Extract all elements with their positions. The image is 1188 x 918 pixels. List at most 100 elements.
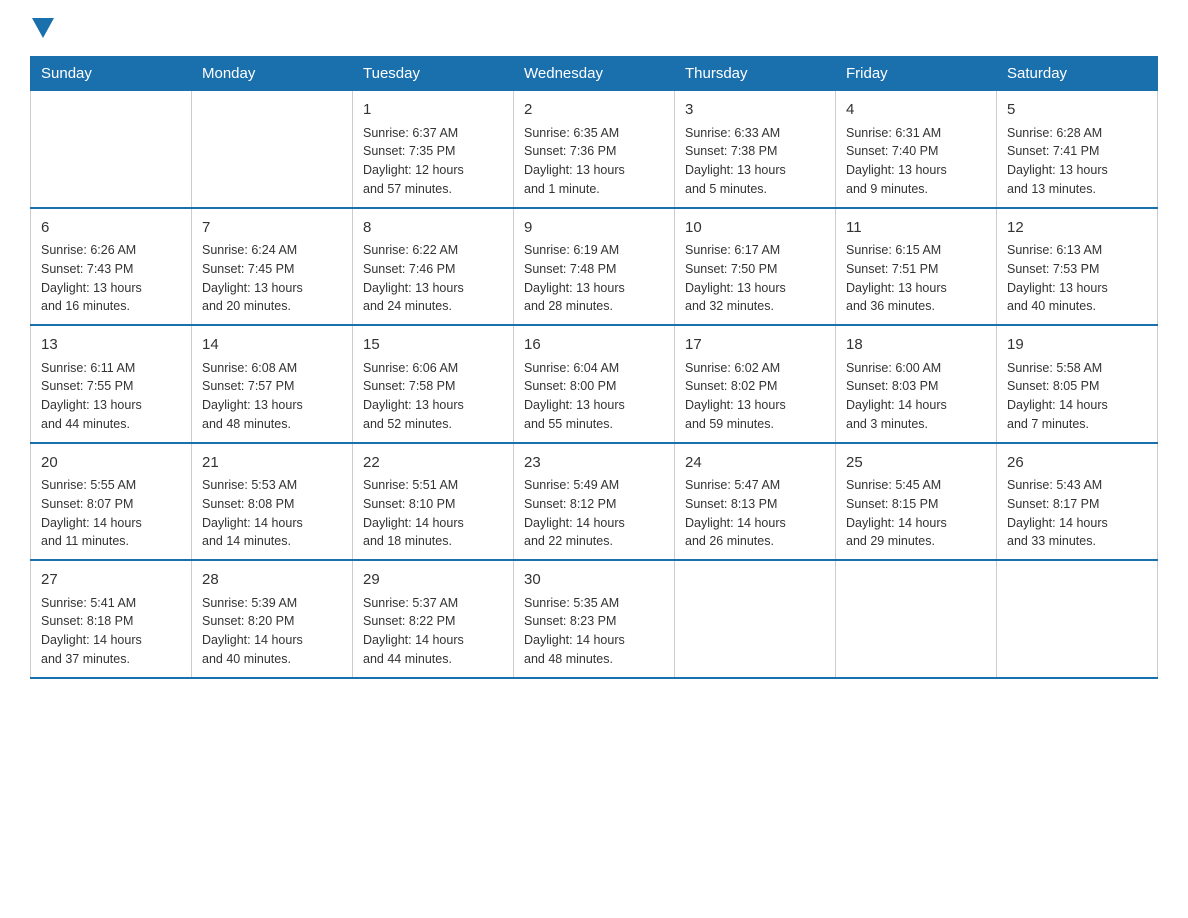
calendar-body: 1Sunrise: 6:37 AM Sunset: 7:35 PM Daylig… <box>31 91 1158 678</box>
day-number: 10 <box>685 217 825 240</box>
day-number: 11 <box>846 217 986 240</box>
calendar-cell: 24Sunrise: 5:47 AM Sunset: 8:13 PM Dayli… <box>675 443 836 561</box>
page-header <box>30 20 1158 36</box>
day-number: 22 <box>363 452 503 475</box>
day-info: Sunrise: 6:17 AM Sunset: 7:50 PM Dayligh… <box>685 241 825 316</box>
day-info: Sunrise: 5:55 AM Sunset: 8:07 PM Dayligh… <box>41 476 181 551</box>
day-number: 4 <box>846 99 986 122</box>
day-info: Sunrise: 5:41 AM Sunset: 8:18 PM Dayligh… <box>41 594 181 669</box>
day-info: Sunrise: 5:51 AM Sunset: 8:10 PM Dayligh… <box>363 476 503 551</box>
day-number: 2 <box>524 99 664 122</box>
calendar-cell: 1Sunrise: 6:37 AM Sunset: 7:35 PM Daylig… <box>353 91 514 208</box>
calendar-cell: 17Sunrise: 6:02 AM Sunset: 8:02 PM Dayli… <box>675 325 836 443</box>
day-info: Sunrise: 6:24 AM Sunset: 7:45 PM Dayligh… <box>202 241 342 316</box>
day-info: Sunrise: 5:45 AM Sunset: 8:15 PM Dayligh… <box>846 476 986 551</box>
calendar-cell: 3Sunrise: 6:33 AM Sunset: 7:38 PM Daylig… <box>675 91 836 208</box>
day-info: Sunrise: 6:35 AM Sunset: 7:36 PM Dayligh… <box>524 124 664 199</box>
day-number: 8 <box>363 217 503 240</box>
calendar-cell: 20Sunrise: 5:55 AM Sunset: 8:07 PM Dayli… <box>31 443 192 561</box>
calendar-cell: 6Sunrise: 6:26 AM Sunset: 7:43 PM Daylig… <box>31 208 192 326</box>
calendar-cell: 16Sunrise: 6:04 AM Sunset: 8:00 PM Dayli… <box>514 325 675 443</box>
day-info: Sunrise: 6:33 AM Sunset: 7:38 PM Dayligh… <box>685 124 825 199</box>
day-number: 3 <box>685 99 825 122</box>
calendar-cell <box>31 91 192 208</box>
calendar-cell: 27Sunrise: 5:41 AM Sunset: 8:18 PM Dayli… <box>31 560 192 678</box>
day-number: 18 <box>846 334 986 357</box>
day-info: Sunrise: 5:58 AM Sunset: 8:05 PM Dayligh… <box>1007 359 1147 434</box>
day-number: 15 <box>363 334 503 357</box>
day-info: Sunrise: 5:39 AM Sunset: 8:20 PM Dayligh… <box>202 594 342 669</box>
calendar-cell: 18Sunrise: 6:00 AM Sunset: 8:03 PM Dayli… <box>836 325 997 443</box>
day-number: 23 <box>524 452 664 475</box>
day-info: Sunrise: 5:47 AM Sunset: 8:13 PM Dayligh… <box>685 476 825 551</box>
weekday-header-sunday: Sunday <box>31 57 192 91</box>
day-info: Sunrise: 5:43 AM Sunset: 8:17 PM Dayligh… <box>1007 476 1147 551</box>
day-number: 20 <box>41 452 181 475</box>
calendar-cell <box>675 560 836 678</box>
calendar-cell: 15Sunrise: 6:06 AM Sunset: 7:58 PM Dayli… <box>353 325 514 443</box>
weekday-header-thursday: Thursday <box>675 57 836 91</box>
weekday-header-monday: Monday <box>192 57 353 91</box>
day-number: 12 <box>1007 217 1147 240</box>
day-info: Sunrise: 5:35 AM Sunset: 8:23 PM Dayligh… <box>524 594 664 669</box>
calendar-cell: 12Sunrise: 6:13 AM Sunset: 7:53 PM Dayli… <box>997 208 1158 326</box>
calendar-cell <box>836 560 997 678</box>
day-info: Sunrise: 6:02 AM Sunset: 8:02 PM Dayligh… <box>685 359 825 434</box>
day-number: 6 <box>41 217 181 240</box>
day-number: 24 <box>685 452 825 475</box>
calendar-cell: 4Sunrise: 6:31 AM Sunset: 7:40 PM Daylig… <box>836 91 997 208</box>
day-number: 26 <box>1007 452 1147 475</box>
day-info: Sunrise: 5:49 AM Sunset: 8:12 PM Dayligh… <box>524 476 664 551</box>
calendar-cell: 13Sunrise: 6:11 AM Sunset: 7:55 PM Dayli… <box>31 325 192 443</box>
day-info: Sunrise: 6:15 AM Sunset: 7:51 PM Dayligh… <box>846 241 986 316</box>
weekday-header-wednesday: Wednesday <box>514 57 675 91</box>
logo-triangle-icon <box>32 18 54 40</box>
day-info: Sunrise: 6:28 AM Sunset: 7:41 PM Dayligh… <box>1007 124 1147 199</box>
calendar-cell: 9Sunrise: 6:19 AM Sunset: 7:48 PM Daylig… <box>514 208 675 326</box>
logo <box>30 20 54 36</box>
day-number: 14 <box>202 334 342 357</box>
calendar-week-row: 27Sunrise: 5:41 AM Sunset: 8:18 PM Dayli… <box>31 560 1158 678</box>
calendar-week-row: 20Sunrise: 5:55 AM Sunset: 8:07 PM Dayli… <box>31 443 1158 561</box>
weekday-header-saturday: Saturday <box>997 57 1158 91</box>
calendar-cell: 10Sunrise: 6:17 AM Sunset: 7:50 PM Dayli… <box>675 208 836 326</box>
day-info: Sunrise: 6:22 AM Sunset: 7:46 PM Dayligh… <box>363 241 503 316</box>
calendar-cell: 28Sunrise: 5:39 AM Sunset: 8:20 PM Dayli… <box>192 560 353 678</box>
day-number: 13 <box>41 334 181 357</box>
day-number: 1 <box>363 99 503 122</box>
calendar-week-row: 6Sunrise: 6:26 AM Sunset: 7:43 PM Daylig… <box>31 208 1158 326</box>
calendar-cell: 25Sunrise: 5:45 AM Sunset: 8:15 PM Dayli… <box>836 443 997 561</box>
day-number: 30 <box>524 569 664 592</box>
calendar-cell: 23Sunrise: 5:49 AM Sunset: 8:12 PM Dayli… <box>514 443 675 561</box>
calendar-cell: 5Sunrise: 6:28 AM Sunset: 7:41 PM Daylig… <box>997 91 1158 208</box>
calendar-cell: 26Sunrise: 5:43 AM Sunset: 8:17 PM Dayli… <box>997 443 1158 561</box>
day-number: 9 <box>524 217 664 240</box>
calendar-cell: 7Sunrise: 6:24 AM Sunset: 7:45 PM Daylig… <box>192 208 353 326</box>
day-info: Sunrise: 5:37 AM Sunset: 8:22 PM Dayligh… <box>363 594 503 669</box>
day-info: Sunrise: 5:53 AM Sunset: 8:08 PM Dayligh… <box>202 476 342 551</box>
day-info: Sunrise: 6:19 AM Sunset: 7:48 PM Dayligh… <box>524 241 664 316</box>
day-info: Sunrise: 6:31 AM Sunset: 7:40 PM Dayligh… <box>846 124 986 199</box>
day-info: Sunrise: 6:00 AM Sunset: 8:03 PM Dayligh… <box>846 359 986 434</box>
calendar-cell <box>997 560 1158 678</box>
calendar-cell: 29Sunrise: 5:37 AM Sunset: 8:22 PM Dayli… <box>353 560 514 678</box>
calendar-cell: 11Sunrise: 6:15 AM Sunset: 7:51 PM Dayli… <box>836 208 997 326</box>
day-info: Sunrise: 6:06 AM Sunset: 7:58 PM Dayligh… <box>363 359 503 434</box>
day-info: Sunrise: 6:04 AM Sunset: 8:00 PM Dayligh… <box>524 359 664 434</box>
calendar-table: SundayMondayTuesdayWednesdayThursdayFrid… <box>30 56 1158 679</box>
weekday-header-tuesday: Tuesday <box>353 57 514 91</box>
day-info: Sunrise: 6:26 AM Sunset: 7:43 PM Dayligh… <box>41 241 181 316</box>
day-info: Sunrise: 6:13 AM Sunset: 7:53 PM Dayligh… <box>1007 241 1147 316</box>
weekday-header-friday: Friday <box>836 57 997 91</box>
day-number: 25 <box>846 452 986 475</box>
calendar-cell: 21Sunrise: 5:53 AM Sunset: 8:08 PM Dayli… <box>192 443 353 561</box>
calendar-header-row: SundayMondayTuesdayWednesdayThursdayFrid… <box>31 57 1158 91</box>
calendar-cell: 30Sunrise: 5:35 AM Sunset: 8:23 PM Dayli… <box>514 560 675 678</box>
day-number: 7 <box>202 217 342 240</box>
day-info: Sunrise: 6:37 AM Sunset: 7:35 PM Dayligh… <box>363 124 503 199</box>
day-number: 19 <box>1007 334 1147 357</box>
calendar-cell: 22Sunrise: 5:51 AM Sunset: 8:10 PM Dayli… <box>353 443 514 561</box>
calendar-cell: 8Sunrise: 6:22 AM Sunset: 7:46 PM Daylig… <box>353 208 514 326</box>
calendar-cell <box>192 91 353 208</box>
calendar-week-row: 1Sunrise: 6:37 AM Sunset: 7:35 PM Daylig… <box>31 91 1158 208</box>
